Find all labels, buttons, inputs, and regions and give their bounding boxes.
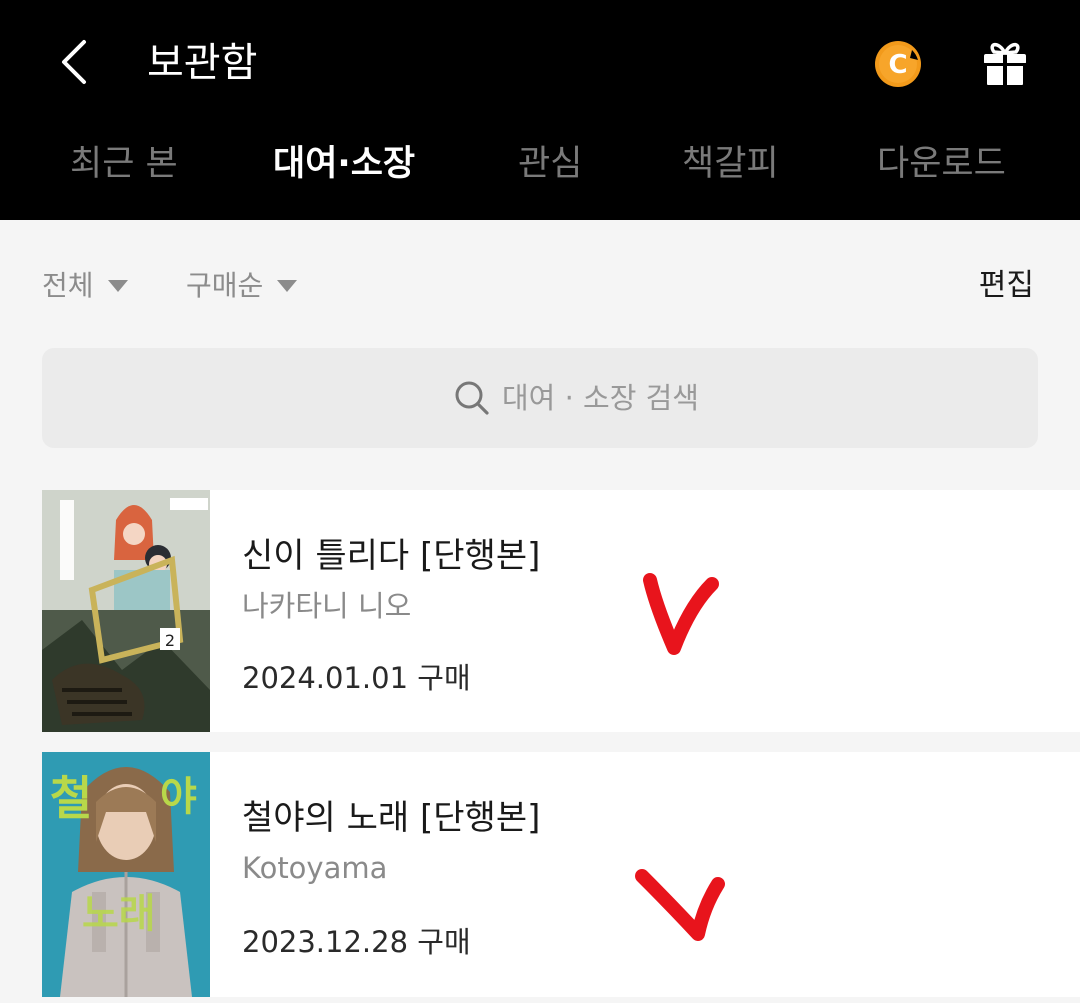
item-purchase-date: 2024.01.01 구매 (242, 661, 471, 695)
coin-letter: C (888, 50, 907, 80)
tab-interest[interactable]: 관심 (518, 132, 582, 196)
tab-rent-own[interactable]: 대여·소장 (273, 132, 415, 196)
svg-text:노래: 노래 (82, 891, 156, 937)
search-bar[interactable] (42, 348, 1038, 448)
filter-all-dropdown[interactable]: 전체 (42, 262, 128, 310)
check-mark-icon (643, 573, 719, 655)
coin-icon: C (875, 41, 921, 87)
sort-label: 구매순 (186, 269, 264, 302)
search-icon (455, 381, 489, 415)
caret-down-icon (107, 280, 128, 292)
tab-download[interactable]: 다운로드 (877, 132, 1006, 196)
book-cover-1[interactable]: 2 (42, 490, 210, 732)
list-item[interactable]: 2 신이 틀리다 [단행본] 나카타니 니오 2024.01.01 구매 (42, 490, 1080, 732)
tab-bar: 최근 본 대여·소장 관심 책갈피 다운로드 (0, 132, 1080, 196)
coin-button[interactable]: C (874, 40, 922, 88)
gift-button[interactable] (980, 38, 1030, 88)
list-item[interactable]: 철 야 노래 철야의 노래 [단행본] Kotoyama 2023.12.28 … (42, 752, 1080, 997)
book-cover-2[interactable]: 철 야 노래 (42, 752, 210, 997)
tab-recent[interactable]: 최근 본 (70, 132, 178, 196)
page-title: 보관함 (147, 40, 258, 86)
tab-bookmark[interactable]: 책갈피 (682, 132, 779, 196)
item-title: 신이 틀리다 [단행본] (242, 536, 541, 576)
check-mark-icon (635, 869, 725, 941)
item-title: 철야의 노래 [단행본] (242, 798, 541, 838)
gift-icon (984, 42, 1026, 85)
svg-text:철: 철 (50, 771, 92, 825)
svg-text:2: 2 (165, 631, 175, 650)
item-purchase-date: 2023.12.28 구매 (242, 925, 471, 959)
sort-dropdown[interactable]: 구매순 (186, 262, 298, 310)
edit-button[interactable]: 편집 (979, 262, 1034, 310)
filter-all-label: 전체 (42, 269, 94, 302)
back-arrow-icon (62, 40, 86, 84)
back-button[interactable] (52, 38, 100, 86)
app-header: 보관함 C 최근 본 대여·소장 관심 책갈피 다운로드 (0, 0, 1080, 220)
item-author: 나카타니 니오 (242, 589, 412, 623)
caret-down-icon (277, 280, 298, 292)
svg-text:야: 야 (160, 774, 197, 820)
search-input[interactable] (502, 348, 902, 448)
item-author: Kotoyama (242, 851, 388, 885)
